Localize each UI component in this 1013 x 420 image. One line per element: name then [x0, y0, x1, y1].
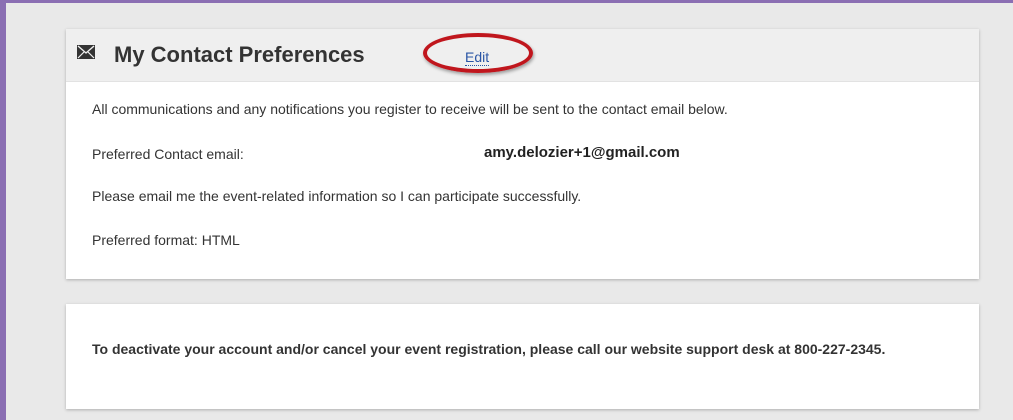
email-value: amy.delozier+1@gmail.com [484, 144, 680, 161]
preferred-format: Preferred format: HTML [92, 232, 240, 248]
intro-text: All communications and any notifications… [92, 101, 728, 117]
email-label: Preferred Contact email: [92, 146, 244, 162]
edit-link[interactable]: Edit [465, 49, 490, 66]
deactivate-message: To deactivate your account and/or cancel… [92, 341, 886, 357]
card-header: My Contact Preferences Edit [66, 29, 979, 82]
page-frame: My Contact Preferences Edit All communic… [0, 0, 1013, 420]
card-title: My Contact Preferences [114, 42, 365, 67]
event-info-note: Please email me the event-related inform… [92, 188, 582, 204]
deactivate-card: To deactivate your account and/or cancel… [66, 304, 979, 409]
envelope-icon [77, 45, 95, 59]
contact-preferences-card: My Contact Preferences Edit All communic… [66, 29, 979, 279]
